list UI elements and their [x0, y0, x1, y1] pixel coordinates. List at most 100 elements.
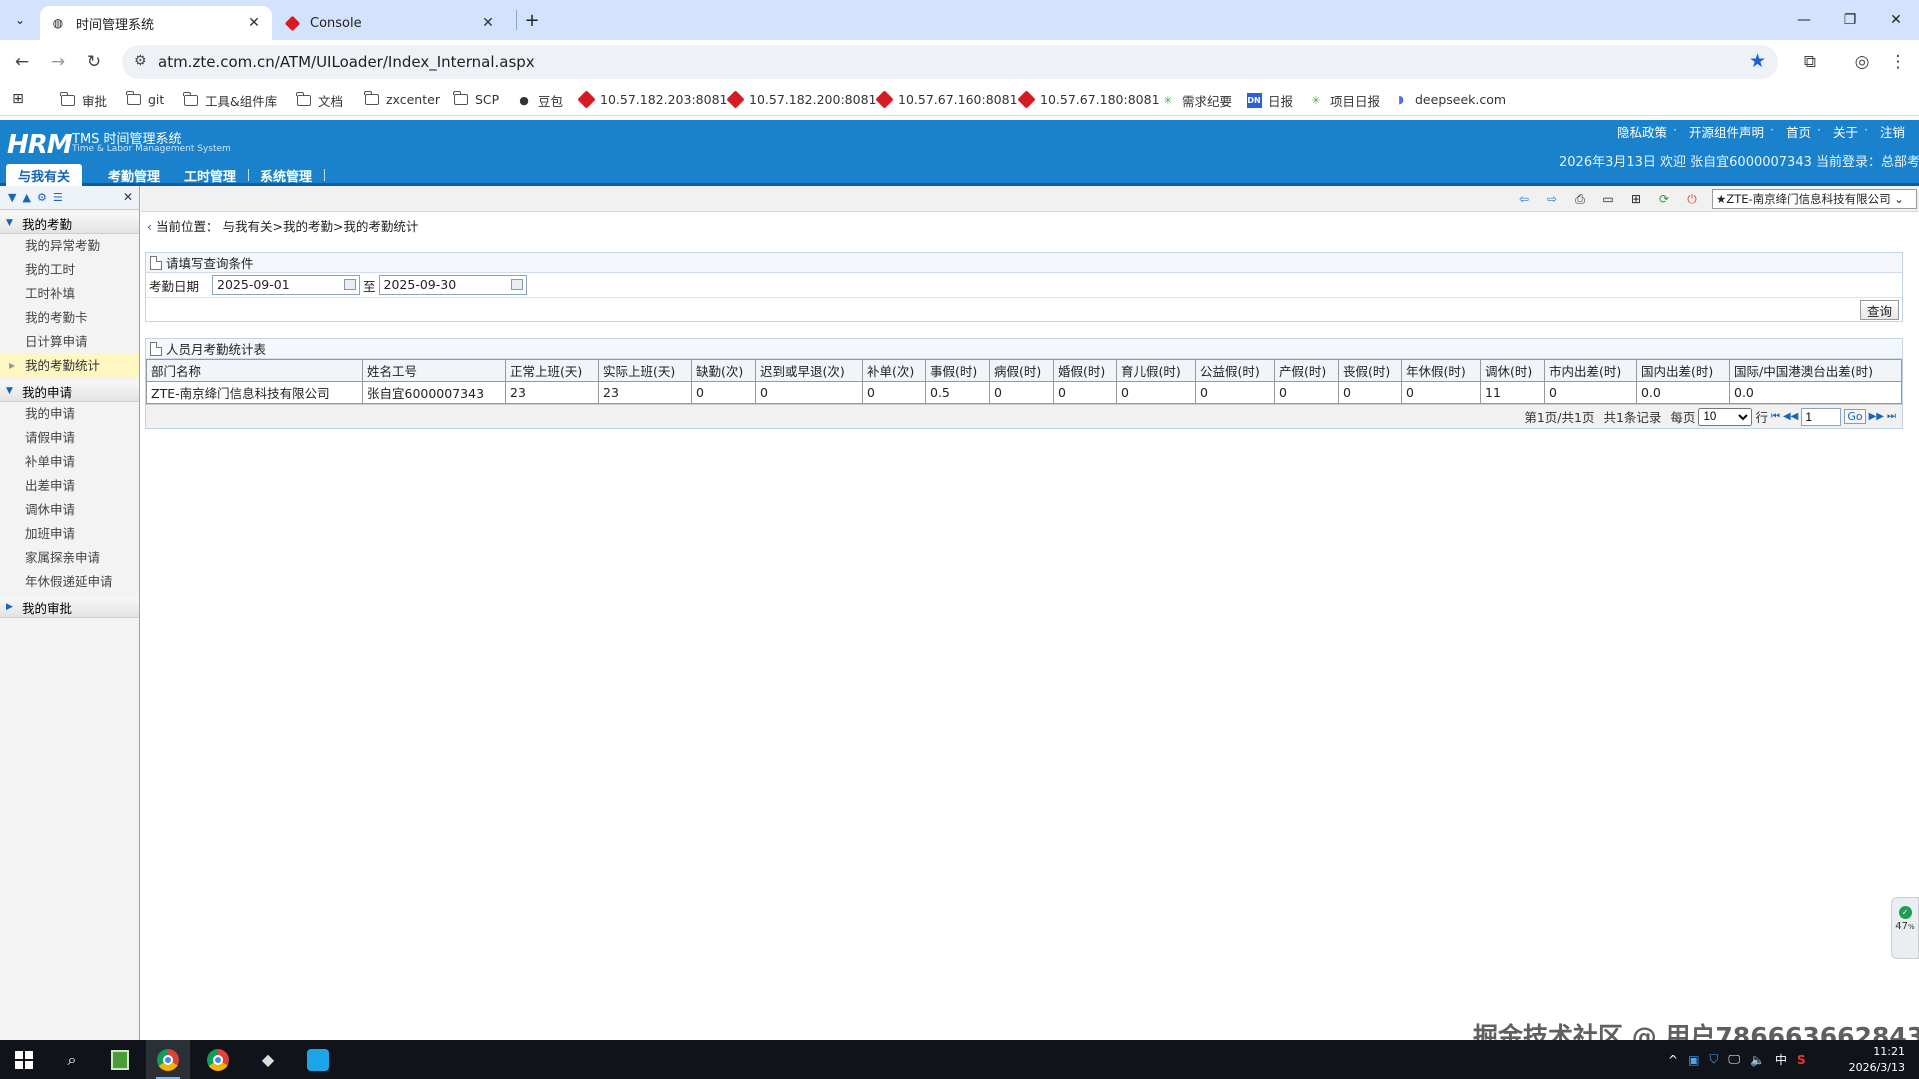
column-header[interactable]: 国际/中国港澳台出差(时) — [1729, 359, 1902, 382]
bookmark-item[interactable]: 审批 — [60, 91, 107, 110]
forward-button[interactable]: → — [44, 48, 72, 76]
new-tab-button[interactable]: + — [520, 8, 544, 32]
home-link[interactable]: 首页 — [1786, 122, 1811, 141]
blue-app[interactable] — [296, 1040, 340, 1079]
column-header[interactable]: 事假(时) — [925, 359, 990, 382]
volume-icon[interactable]: 🔈 — [1750, 1053, 1765, 1067]
sidebar-item[interactable]: 我的工时 — [0, 258, 139, 282]
go-button[interactable]: Go — [1844, 409, 1866, 424]
prev-page-icon[interactable]: ◀◀ — [1783, 411, 1798, 422]
apps-icon[interactable]: ⊞ — [10, 91, 32, 107]
bookmark-item[interactable]: ✳ 需求纪要 — [1160, 91, 1232, 110]
sidebar-item[interactable]: 我的异常考勤 — [0, 234, 139, 258]
tab-related-to-me[interactable]: 与我有关 — [6, 164, 83, 186]
table-row[interactable]: ZTE-南京绛门信息科技有限公司 张自宜6000007343 23 23 0 0… — [146, 381, 1902, 404]
org-select[interactable]: ★ZTE-南京绛门信息科技有限公司 ⌄ — [1712, 189, 1917, 209]
omnibox[interactable]: ⚙ atm.zte.com.cn/ATM/UILoader/Index_Inte… — [122, 45, 1778, 79]
next-page-icon[interactable]: ▶▶ — [1869, 411, 1884, 422]
sidebar-group-my-approvals[interactable]: ▶ 我的审批 — [0, 597, 139, 618]
last-page-icon[interactable]: ⏭ — [1887, 411, 1896, 422]
minimize-button[interactable]: — — [1781, 0, 1827, 40]
network-icon[interactable]: 🖵 — [1728, 1052, 1740, 1067]
sidebar-item[interactable]: 我的申请 — [0, 402, 139, 426]
bookmark-item[interactable]: 10.57.182.203:8081 — [576, 89, 727, 109]
start-date-input[interactable]: 2025-09-01 — [212, 275, 361, 295]
column-header[interactable]: 育儿假(时) — [1116, 359, 1196, 382]
sidebar-item[interactable]: 出差申请 — [0, 474, 139, 498]
bookmark-item[interactable]: 文档 — [296, 91, 343, 110]
column-header[interactable]: 国内出差(时) — [1636, 359, 1730, 382]
window-icon[interactable]: ▭ — [1600, 191, 1616, 207]
sidebar-item[interactable]: 工时补填 — [0, 282, 139, 306]
bookmark-item[interactable]: DN 日报 — [1246, 91, 1293, 110]
expand-all-icon[interactable]: ▼ — [8, 191, 16, 204]
bookmark-item[interactable]: 工具&组件库 — [183, 91, 277, 110]
print-icon[interactable]: ⎙ — [1572, 191, 1588, 207]
notepad-app[interactable] — [98, 1040, 142, 1079]
bookmark-item[interactable]: ● 豆包 — [516, 91, 563, 110]
close-tab-icon[interactable]: ✕ — [480, 15, 496, 31]
column-header[interactable]: 婚假(时) — [1053, 359, 1117, 382]
tab-search-dropdown[interactable]: ⌄ — [8, 8, 32, 32]
sidebar-group-my-attendance[interactable]: ▼ 我的考勤 — [0, 213, 139, 234]
per-page-select[interactable]: 10 — [1698, 407, 1753, 426]
column-header[interactable]: 实际上班(天) — [598, 359, 692, 382]
chrome-app[interactable] — [196, 1040, 240, 1079]
cube-app[interactable]: ◆ — [246, 1040, 290, 1079]
bookmark-item[interactable]: ◗ deepseek.com — [1393, 91, 1506, 107]
side-security-widget[interactable]: ✓ 47% — [1891, 897, 1919, 959]
close-window-button[interactable]: ✕ — [1873, 0, 1919, 40]
column-header[interactable]: 年休假(时) — [1401, 359, 1481, 382]
page-number-input[interactable] — [1801, 407, 1842, 426]
close-tab-icon[interactable]: ✕ — [246, 15, 262, 31]
bookmark-item[interactable]: 10.57.67.180:8081 — [1016, 89, 1160, 109]
column-header[interactable]: 补单(次) — [862, 359, 926, 382]
column-header[interactable]: 公益假(时) — [1195, 359, 1275, 382]
sogou-icon[interactable]: S — [1797, 1053, 1806, 1067]
sidebar-item[interactable]: 日计算申请 — [0, 330, 139, 354]
chrome-app-active[interactable] — [146, 1040, 190, 1079]
refresh-icon[interactable]: ⟳ — [1656, 191, 1672, 207]
sidebar-item[interactable]: 加班申请 — [0, 522, 139, 546]
tray-expand-icon[interactable]: ^ — [1668, 1053, 1678, 1067]
column-header[interactable]: 产假(时) — [1274, 359, 1339, 382]
column-header[interactable]: 姓名工号 — [362, 359, 506, 382]
search-icon[interactable]: ⌕ — [50, 1040, 94, 1079]
list-icon[interactable]: ☰ — [53, 191, 63, 204]
menu-icon[interactable]: ⋮ — [1884, 48, 1912, 76]
start-button[interactable] — [2, 1040, 46, 1079]
bookmark-item[interactable]: ✳ 项目日报 — [1308, 91, 1380, 110]
tab-system-mgmt[interactable]: 系统管理 — [248, 164, 326, 186]
collapse-all-icon[interactable]: ▲ — [22, 191, 30, 204]
close-sidebar-icon[interactable]: ✕ — [123, 190, 133, 204]
refresh-tree-icon[interactable]: ⚙ — [37, 191, 47, 204]
bookmark-item[interactable]: git — [126, 90, 164, 107]
restore-button[interactable]: ❐ — [1827, 0, 1873, 40]
column-header[interactable]: 正常上班(天) — [505, 359, 599, 382]
first-page-icon[interactable]: ⏮ — [1771, 411, 1780, 422]
sidebar-item[interactable]: 年休假递延申请 — [0, 570, 139, 594]
extensions-icon[interactable]: ⧉ — [1796, 48, 1824, 76]
opensource-link[interactable]: 开源组件声明 — [1689, 122, 1764, 141]
clock[interactable]: 11:21 2026/3/13 — [1849, 1044, 1905, 1076]
ime-indicator[interactable]: 中 — [1775, 1051, 1787, 1068]
logout-link[interactable]: 注销 — [1880, 122, 1905, 141]
shield-icon[interactable]: ⛉ — [1709, 1052, 1718, 1067]
profile-icon[interactable]: ◎ — [1848, 48, 1876, 76]
column-header[interactable]: 缺勤(次) — [691, 359, 756, 382]
bookmark-item[interactable]: SCP — [453, 90, 499, 107]
column-header[interactable]: 迟到或早退(次) — [755, 359, 863, 382]
sidebar-item[interactable]: 调休申请 — [0, 498, 139, 522]
bookmark-item[interactable]: zxcenter — [364, 90, 440, 107]
sidebar-item[interactable]: 补单申请 — [0, 450, 139, 474]
bookmark-star-icon[interactable]: ★ — [1749, 50, 1766, 72]
column-header[interactable]: 丧假(时) — [1338, 359, 1402, 382]
column-header[interactable]: 部门名称 — [146, 359, 363, 382]
query-button[interactable]: 查询 — [1859, 300, 1899, 320]
tab-hours-mgmt[interactable]: 工时管理 — [172, 164, 250, 186]
reload-button[interactable]: ↻ — [80, 48, 108, 76]
sidebar-group-my-applications[interactable]: ▼ 我的申请 — [0, 381, 139, 402]
calendar-icon[interactable] — [344, 279, 357, 290]
bookmark-item[interactable]: 10.57.67.160:8081 — [874, 89, 1018, 109]
back-button[interactable]: ← — [8, 48, 36, 76]
